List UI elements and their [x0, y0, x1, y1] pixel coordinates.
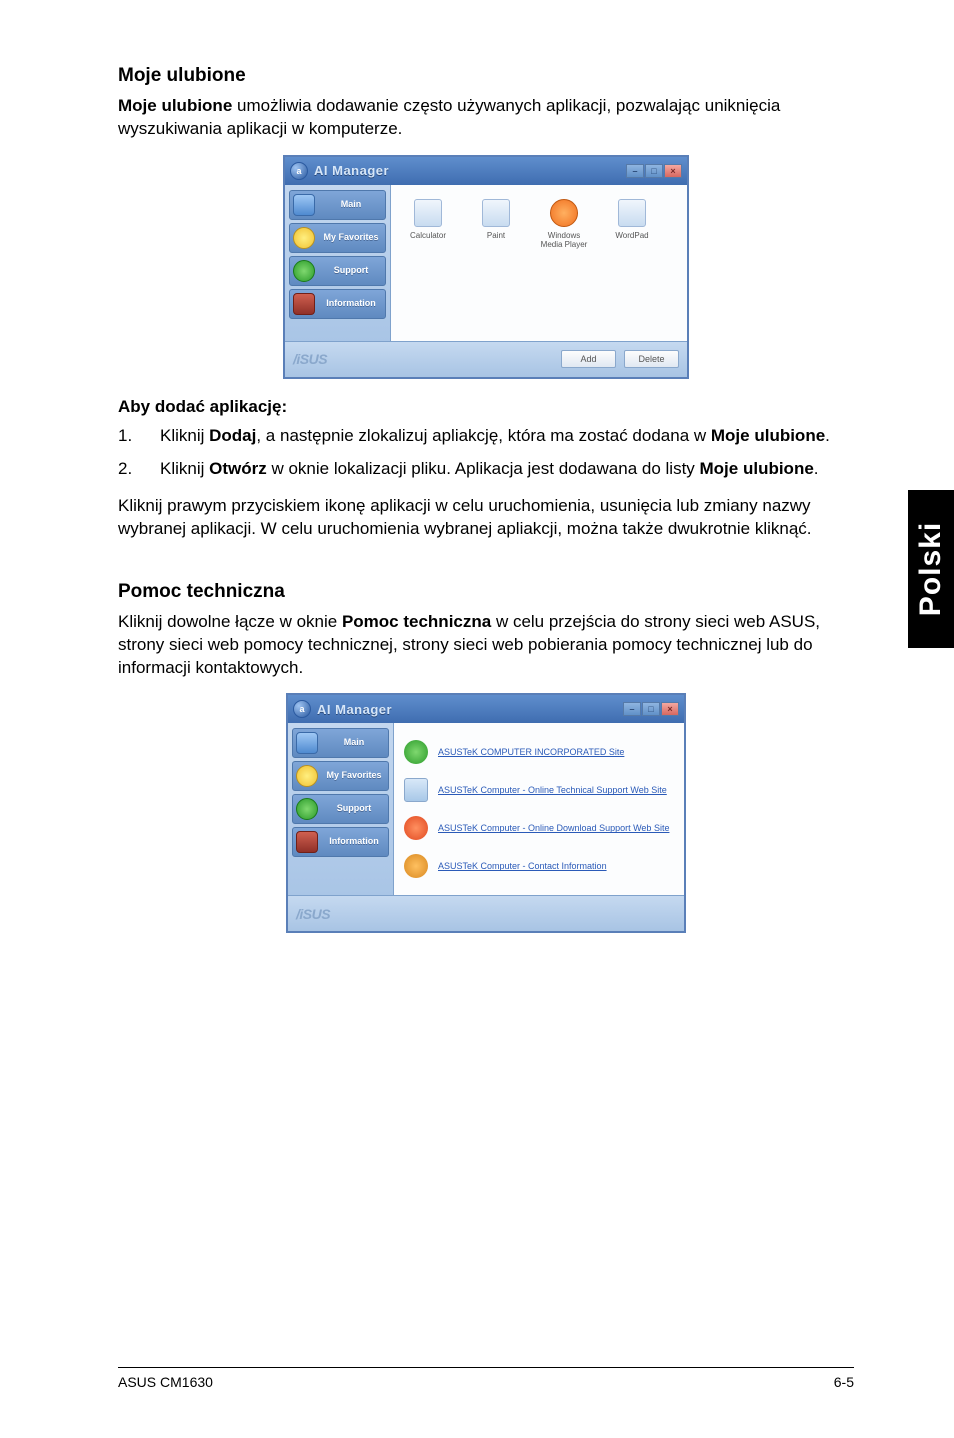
- main-icon: [293, 194, 315, 216]
- section1-subhead: Aby dodać aplikację:: [118, 397, 854, 417]
- section1-title: Moje ulubione: [118, 65, 854, 87]
- sidebar-item-support[interactable]: Support: [292, 794, 389, 824]
- paint-icon: [482, 199, 510, 227]
- support-link-2[interactable]: ASUSTeK Computer - Online Technical Supp…: [438, 785, 667, 795]
- support-link-4[interactable]: ASUSTeK Computer - Contact Information: [438, 861, 607, 871]
- globe-icon: [404, 740, 428, 764]
- information-icon: [293, 293, 315, 315]
- language-tab: Polski: [908, 490, 954, 648]
- support-link-row: ASUSTeK Computer - Online Technical Supp…: [404, 771, 674, 809]
- support-icon: [293, 260, 315, 282]
- page-content: Moje ulubione Moje ulubione umożliwia do…: [0, 0, 954, 933]
- close-button[interactable]: ×: [664, 164, 682, 178]
- media-player-icon: [550, 199, 578, 227]
- window-footer: /iSUS: [288, 895, 684, 931]
- favorites-icon: [293, 227, 315, 249]
- sidebar-item-favorites[interactable]: My Favorites: [289, 223, 386, 253]
- favorites-grid: Calculator Paint Windows Media Player: [391, 185, 687, 263]
- support-link-row: ASUSTeK Computer - Online Download Suppo…: [404, 809, 674, 847]
- window-buttons: – □ ×: [626, 164, 682, 178]
- app-logo-icon: a: [290, 162, 308, 180]
- brand-logo: /iSUS: [293, 351, 327, 367]
- page-footer: ASUS CM1630 6-5: [118, 1367, 854, 1390]
- steps-list: 1. Kliknij Dodaj, a następnie zlokalizuj…: [118, 425, 854, 481]
- app-logo-icon: a: [293, 700, 311, 718]
- step-2: 2. Kliknij Otwórz w oknie lokalizacji pl…: [118, 458, 854, 481]
- main-icon: [296, 732, 318, 754]
- screenshot-support: a AI Manager – □ × Main: [118, 693, 854, 933]
- step-1: 1. Kliknij Dodaj, a następnie zlokalizuj…: [118, 425, 854, 448]
- support-icon: [296, 798, 318, 820]
- sidebar-item-favorites[interactable]: My Favorites: [292, 761, 389, 791]
- document-icon: [404, 778, 428, 802]
- add-button[interactable]: Add: [561, 350, 616, 368]
- footer-left: ASUS CM1630: [118, 1374, 213, 1390]
- window-body: Main My Favorites Support Information: [285, 185, 687, 341]
- sidebar: Main My Favorites Support Information: [285, 185, 391, 341]
- window-title: AI Manager: [314, 163, 389, 178]
- titlebar: a AI Manager – □ ×: [288, 695, 684, 723]
- section1-intro: Moje ulubione umożliwia dodawanie często…: [118, 95, 854, 141]
- information-icon: [296, 831, 318, 853]
- maximize-button[interactable]: □: [645, 164, 663, 178]
- sidebar-item-support[interactable]: Support: [289, 256, 386, 286]
- sidebar-item-information[interactable]: Information: [292, 827, 389, 857]
- fav-item-wmplayer[interactable]: Windows Media Player: [537, 199, 591, 249]
- section2-intro: Kliknij dowolne łącze w oknie Pomoc tech…: [118, 611, 854, 680]
- sidebar-item-main[interactable]: Main: [289, 190, 386, 220]
- wordpad-icon: [618, 199, 646, 227]
- footer-right: 6-5: [834, 1374, 854, 1390]
- sidebar: Main My Favorites Support Informati: [288, 723, 394, 895]
- support-links-area: ASUSTeK COMPUTER INCORPORATED Site ASUST…: [394, 723, 684, 895]
- window-body: Main My Favorites Support Informati: [288, 723, 684, 895]
- language-label: Polski: [914, 522, 948, 616]
- delete-button[interactable]: Delete: [624, 350, 679, 368]
- maximize-button[interactable]: □: [642, 702, 660, 716]
- screenshot-favorites: a AI Manager – □ × Main My Favorites: [118, 155, 854, 379]
- sidebar-item-information[interactable]: Information: [289, 289, 386, 319]
- content-area: Calculator Paint Windows Media Player: [391, 185, 687, 341]
- sidebar-item-main[interactable]: Main: [292, 728, 389, 758]
- favorites-icon: [296, 765, 318, 787]
- window-title: AI Manager: [317, 702, 392, 717]
- support-link-3[interactable]: ASUSTeK Computer - Online Download Suppo…: [438, 823, 669, 833]
- support-link-row: ASUSTeK COMPUTER INCORPORATED Site: [404, 733, 674, 771]
- window-footer: /iSUS Add Delete: [285, 341, 687, 377]
- support-link-1[interactable]: ASUSTeK COMPUTER INCORPORATED Site: [438, 747, 624, 757]
- calculator-icon: [414, 199, 442, 227]
- fav-item-wordpad[interactable]: WordPad: [605, 199, 659, 249]
- section2: Pomoc techniczna Kliknij dowolne łącze w…: [118, 581, 854, 934]
- contact-icon: [404, 854, 428, 878]
- ai-manager-window-support: a AI Manager – □ × Main: [286, 693, 686, 933]
- window-buttons: – □ ×: [623, 702, 679, 716]
- download-icon: [404, 816, 428, 840]
- brand-logo: /iSUS: [296, 906, 330, 922]
- minimize-button[interactable]: –: [626, 164, 644, 178]
- ai-manager-window: a AI Manager – □ × Main My Favorites: [283, 155, 689, 379]
- minimize-button[interactable]: –: [623, 702, 641, 716]
- fav-item-calculator[interactable]: Calculator: [401, 199, 455, 249]
- support-link-row: ASUSTeK Computer - Contact Information: [404, 847, 674, 885]
- section2-title: Pomoc techniczna: [118, 581, 854, 603]
- section1-intro-bold: Moje ulubione: [118, 96, 232, 115]
- titlebar: a AI Manager – □ ×: [285, 157, 687, 185]
- close-button[interactable]: ×: [661, 702, 679, 716]
- fav-item-paint[interactable]: Paint: [469, 199, 523, 249]
- section1-para: Kliknij prawym przyciskiem ikonę aplikac…: [118, 495, 854, 541]
